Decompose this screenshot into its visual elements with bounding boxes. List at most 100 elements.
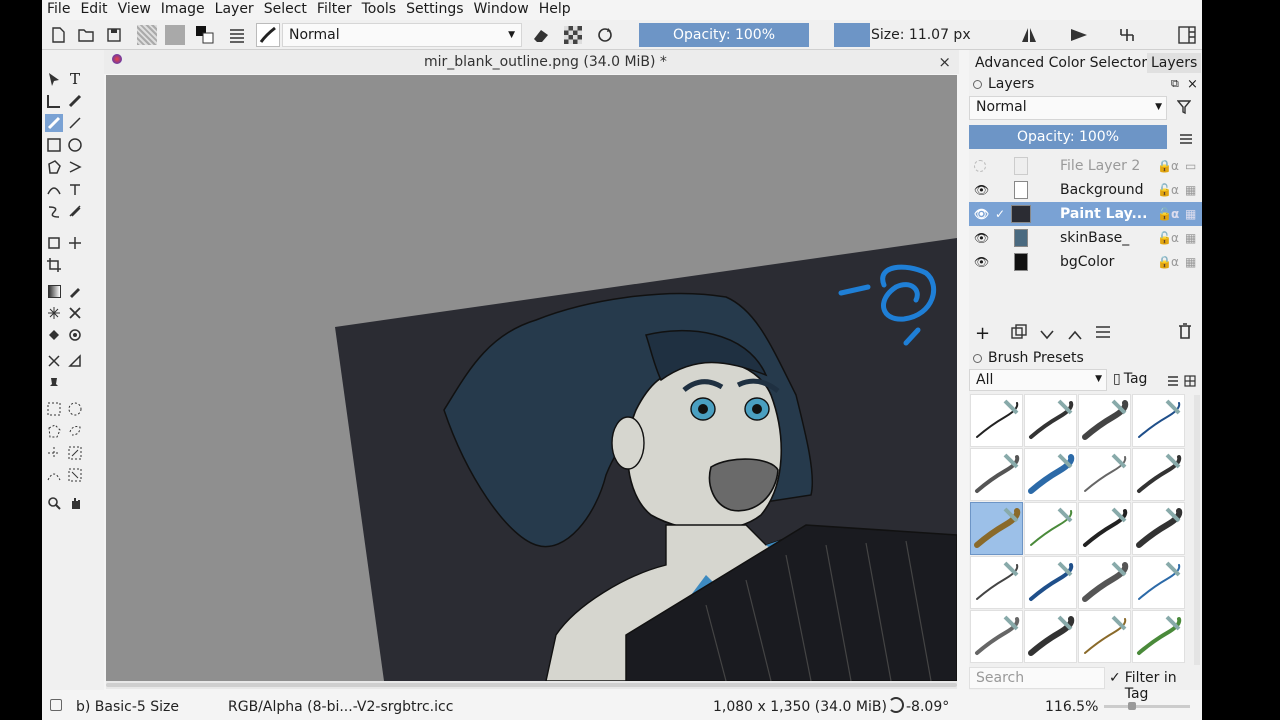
contiguous-select-icon[interactable]: [45, 444, 63, 462]
lock-icon[interactable]: 🔒: [1157, 159, 1172, 173]
visibility-eye-icon[interactable]: 👁: [974, 231, 989, 245]
brush-preset-tile[interactable]: [1078, 502, 1131, 555]
menu-edit[interactable]: Edit: [75, 1, 112, 17]
lock-icon[interactable]: 🔒: [1157, 255, 1172, 269]
polygon-tool-icon[interactable]: [45, 158, 63, 176]
smart-patch-icon[interactable]: [45, 304, 63, 322]
rotation-value[interactable]: -8.09°: [906, 699, 949, 715]
menu-image[interactable]: Image: [156, 1, 210, 17]
delete-layer-icon[interactable]: [1177, 322, 1193, 344]
zoom-slider-handle[interactable]: [1128, 702, 1136, 710]
brush-preset-tile[interactable]: [1024, 556, 1077, 609]
brush-preset-tile[interactable]: [1078, 394, 1131, 447]
brush-preset-tile[interactable]: [1078, 448, 1131, 501]
edit-shapes-icon[interactable]: [45, 92, 63, 110]
layer-row[interactable]: 👁 skinBase_ 🔓 α ▦: [969, 226, 1202, 250]
brush-preset-tile[interactable]: [1132, 502, 1185, 555]
add-layer-icon[interactable]: +: [975, 323, 990, 344]
size-slider-fill[interactable]: [834, 23, 870, 47]
brush-preset-icon[interactable]: [256, 23, 280, 47]
rectangle-tool-icon[interactable]: [45, 136, 63, 154]
move-layer-up-icon[interactable]: [1067, 326, 1083, 345]
reload-preset-icon[interactable]: [594, 23, 616, 47]
filter-layers-icon[interactable]: [1176, 99, 1192, 119]
inherit-alpha-icon[interactable]: ▭: [1185, 159, 1196, 173]
color-picker-icon[interactable]: [66, 282, 84, 300]
brush-preset-tile[interactable]: [1078, 556, 1131, 609]
pan-tool-icon[interactable]: [66, 494, 84, 512]
fill-tool-icon[interactable]: [45, 326, 63, 344]
current-brush-label[interactable]: b) Basic-5 Size: [76, 699, 179, 715]
enclose-fill-icon[interactable]: [66, 326, 84, 344]
text-tool-icon[interactable]: T: [66, 70, 84, 88]
save-document-icon[interactable]: [104, 23, 124, 47]
dock-panel-icon[interactable]: [1176, 23, 1198, 47]
fg-bg-color-icon[interactable]: [194, 23, 216, 47]
menu-file[interactable]: File: [42, 1, 75, 17]
brush-preset-tile[interactable]: [1132, 448, 1185, 501]
alpha-lock-icon[interactable]: α: [1171, 231, 1179, 245]
tab-layers[interactable]: Layers: [1147, 53, 1202, 73]
tab-advanced-color-selector[interactable]: Advanced Color Selector: [975, 55, 1147, 71]
document-tab[interactable]: mir_blank_outline.png (34.0 MiB) * ×: [104, 50, 959, 74]
line-tool-icon[interactable]: [66, 114, 84, 132]
brush-preset-tile[interactable]: [1132, 394, 1185, 447]
lock-icon[interactable]: 🔓: [1157, 207, 1172, 221]
crop-tool-icon[interactable]: [45, 256, 63, 274]
assistant-tool-icon[interactable]: [66, 304, 84, 322]
perspective-grid-icon[interactable]: [66, 352, 84, 370]
eraser-icon[interactable]: [530, 23, 552, 47]
polyline-tool-icon[interactable]: [66, 158, 84, 176]
measure-tool-icon[interactable]: [45, 352, 63, 370]
menu-select[interactable]: Select: [259, 1, 312, 17]
mirror-horizontal-icon[interactable]: [1018, 23, 1040, 47]
canvas[interactable]: [106, 75, 957, 681]
ellipse-tool-icon[interactable]: [66, 136, 84, 154]
brush-preset-tile[interactable]: [1132, 556, 1185, 609]
lock-icon[interactable]: 🔓: [1157, 183, 1172, 197]
bezier-select-icon[interactable]: [45, 466, 63, 484]
layer-menu-icon[interactable]: [1179, 130, 1193, 149]
alpha-lock-icon[interactable]: α: [1171, 183, 1179, 197]
rect-select-icon[interactable]: [45, 400, 63, 418]
blend-mode-select[interactable]: Normal ▼: [282, 23, 522, 47]
similar-select-icon[interactable]: [66, 444, 84, 462]
inherit-alpha-icon[interactable]: ▦: [1185, 207, 1196, 221]
brush-preset-tile[interactable]: [970, 394, 1023, 447]
canvas-horizontal-scrollbar[interactable]: [106, 681, 957, 689]
zoom-level[interactable]: 116.5%: [1045, 699, 1098, 715]
brush-preset-tile[interactable]: [970, 556, 1023, 609]
preserve-alpha-icon[interactable]: [562, 23, 584, 47]
pattern-swatch-icon[interactable]: [164, 23, 186, 47]
magnetic-select-icon[interactable]: [66, 466, 84, 484]
calligraphy-icon[interactable]: [66, 92, 84, 110]
wrap-around-icon[interactable]: [1116, 23, 1138, 47]
list-view-icon[interactable]: [1167, 372, 1179, 391]
dynamic-brush-icon[interactable]: [45, 202, 63, 220]
polygon-select-icon[interactable]: [45, 422, 63, 440]
select-shapes-icon[interactable]: [45, 70, 63, 88]
grid-view-icon[interactable]: [1184, 372, 1196, 391]
menu-settings[interactable]: Settings: [401, 1, 468, 17]
freehand-select-icon[interactable]: [66, 422, 84, 440]
color-space-label[interactable]: RGB/Alpha (8-bi...-V2-srgbtrc.icc: [228, 699, 453, 715]
brush-search-input[interactable]: Search: [969, 667, 1105, 689]
brush-preset-tile[interactable]: [970, 610, 1023, 663]
reference-pin-icon[interactable]: [45, 374, 63, 392]
brush-grid-scrollbar[interactable]: [1194, 395, 1200, 665]
menu-help[interactable]: Help: [534, 1, 576, 17]
lock-icon[interactable]: 🔓: [1157, 231, 1172, 245]
menu-layer[interactable]: Layer: [210, 1, 259, 17]
layer-row-selected[interactable]: 👁 ✓ Paint Lay... 🔓 α ▦: [969, 202, 1202, 226]
opacity-slider[interactable]: Opacity: 100%: [639, 23, 809, 47]
brush-preset-tile[interactable]: [1024, 502, 1077, 555]
menu-view[interactable]: View: [113, 1, 156, 17]
brush-preset-tile[interactable]: [1024, 394, 1077, 447]
brush-preset-tile[interactable]: [1132, 610, 1185, 663]
freehand-brush-icon[interactable]: [45, 114, 63, 132]
visibility-eye-icon[interactable]: 👁: [974, 255, 989, 269]
transform-tool-icon[interactable]: [45, 234, 63, 252]
menu-filter[interactable]: Filter: [312, 1, 357, 17]
brush-preset-tile[interactable]: [1078, 610, 1131, 663]
alpha-lock-icon[interactable]: α: [1171, 159, 1179, 173]
